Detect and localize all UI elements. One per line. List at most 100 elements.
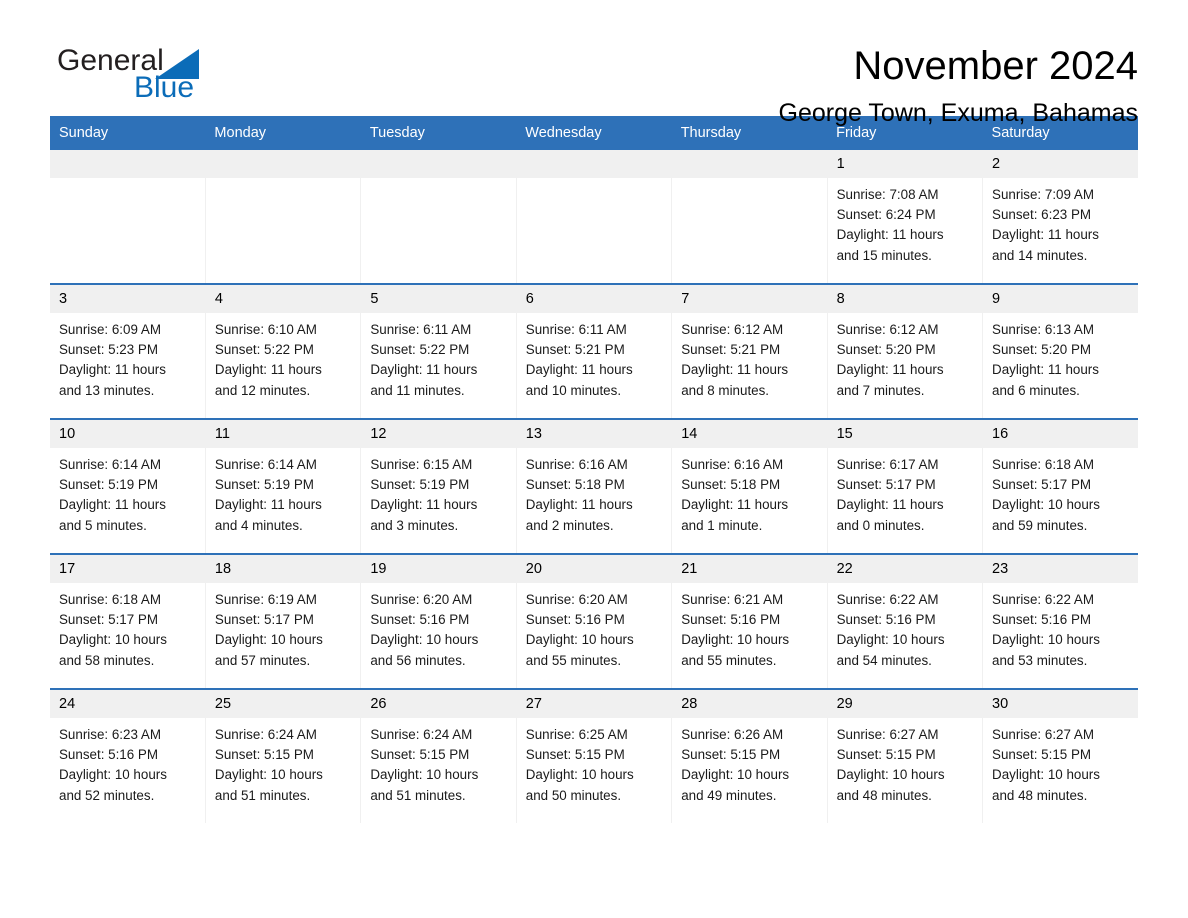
calendar-day-cell-9[interactable]: 9 Sunrise: 6:13 AM Sunset: 5:20 PM Daylight… <box>982 283 1138 419</box>
calendar-day-cell-12[interactable]: 12 Sunrise: 6:15 AM Sunset: 5:19 PM Dayligh… <box>360 418 517 554</box>
day-detail-line: Daylight: 10 hours <box>681 767 790 783</box>
calendar-day-cell-17[interactable]: 17 Sunrise: 6:18 AM Sunset: 5:17 PM Dayligh… <box>50 553 206 689</box>
day-detail-line: Sunrise: 6:09 AM <box>59 322 161 337</box>
day-cell-inner: 13 Sunrise: 6:16 AM Sunset: 5:18 PM Dayligh… <box>516 420 672 553</box>
calendar-day-cell-21[interactable]: 21 Sunrise: 6:21 AM Sunset: 5:16 PM Dayligh… <box>671 553 828 689</box>
calendar-day-cell-3[interactable]: 3 Sunrise: 6:09 AM Sunset: 5:23 PM Daylight… <box>50 283 206 419</box>
day-details: Sunrise: 6:16 AM Sunset: 5:18 PM Daylight:… <box>517 448 671 536</box>
day-detail-line: Daylight: 11 hours <box>992 362 1099 378</box>
calendar-day-cell-22[interactable]: 22 Sunrise: 6:22 AM Sunset: 5:16 PM Dayligh… <box>826 553 983 689</box>
calendar-day-cell-29[interactable]: 29 Sunrise: 6:27 AM Sunset: 5:15 PM Dayligh… <box>826 688 983 823</box>
calendar-day-cell-2[interactable]: 2 Sunrise: 7:09 AM Sunset: 6:23 PM Daylight… <box>982 150 1138 284</box>
day-number: 9 <box>983 285 1138 313</box>
day-details <box>206 178 360 185</box>
day-detail-line: and 12 minutes. <box>214 382 311 398</box>
day-cell-inner: 29 Sunrise: 6:27 AM Sunset: 5:15 PM Dayligh… <box>827 690 983 823</box>
weekday-header-monday: Monday <box>205 116 361 150</box>
day-cell-inner: 20 Sunrise: 6:20 AM Sunset: 5:16 PM Dayligh… <box>516 555 672 688</box>
day-detail-line: Daylight: 10 hours <box>214 767 323 783</box>
day-detail-line: and 8 minutes. <box>681 382 770 398</box>
calendar-day-cell-13[interactable]: 13 Sunrise: 6:16 AM Sunset: 5:18 PM Dayligh… <box>515 418 672 554</box>
calendar-day-cell-24[interactable]: 24 Sunrise: 6:23 AM Sunset: 5:16 PM Dayligh… <box>50 688 206 823</box>
calendar-day-cell-20[interactable]: 20 Sunrise: 6:20 AM Sunset: 5:16 PM Dayligh… <box>515 553 672 689</box>
calendar-day-cell-8[interactable]: 8 Sunrise: 6:12 AM Sunset: 5:20 PM Daylight… <box>826 283 983 419</box>
calendar-day-cell-23[interactable]: 23 Sunrise: 6:22 AM Sunset: 5:16 PM Dayligh… <box>982 553 1138 689</box>
day-number: 17 <box>50 555 205 583</box>
calendar-week-row: 3 Sunrise: 6:09 AM Sunset: 5:23 PM Daylight… <box>50 283 1138 419</box>
day-details: Sunrise: 6:26 AM Sunset: 5:15 PM Daylight:… <box>672 718 826 806</box>
calendar-day-cell-5[interactable]: 5 Sunrise: 6:11 AM Sunset: 5:22 PM Daylight… <box>360 283 517 419</box>
day-cell-inner: 2 Sunrise: 7:09 AM Sunset: 6:23 PM Daylight… <box>983 150 1138 283</box>
calendar-day-cell-18[interactable]: 18 Sunrise: 6:19 AM Sunset: 5:17 PM Dayligh… <box>204 553 361 689</box>
day-cell-inner: 6 Sunrise: 6:11 AM Sunset: 5:21 PM Daylight… <box>516 285 672 418</box>
day-cell-inner: 16 Sunrise: 6:18 AM Sunset: 5:17 PM Dayligh… <box>983 420 1138 553</box>
day-detail-line: Sunrise: 7:09 AM <box>992 187 1095 202</box>
calendar-day-cell-7[interactable]: 7 Sunrise: 6:12 AM Sunset: 5:21 PM Daylight… <box>671 283 828 419</box>
day-details: Sunrise: 6:12 AM Sunset: 5:21 PM Daylight:… <box>672 313 826 401</box>
calendar-body: 1 Sunrise: 7:08 AM Sunset: 6:24 PM Daylight… <box>50 150 1138 823</box>
day-detail-line: Sunrise: 6:17 AM <box>836 457 939 472</box>
calendar-day-cell-27[interactable]: 27 Sunrise: 6:25 AM Sunset: 5:15 PM Dayligh… <box>515 688 672 823</box>
calendar-day-cell-1[interactable]: 1 Sunrise: 7:08 AM Sunset: 6:24 PM Daylight… <box>826 150 983 284</box>
day-detail-line: and 4 minutes. <box>214 517 303 533</box>
day-detail-line: Sunrise: 6:27 AM <box>836 727 939 742</box>
day-number: 19 <box>361 555 516 583</box>
calendar-day-cell-10[interactable]: 10 Sunrise: 6:14 AM Sunset: 5:19 PM Dayligh… <box>50 418 206 554</box>
calendar-day-cell-empty <box>204 150 361 284</box>
day-detail-line: Sunrise: 6:23 AM <box>59 727 161 742</box>
day-detail-line: and 51 minutes. <box>214 787 311 803</box>
calendar-day-cell-4[interactable]: 4 Sunrise: 6:10 AM Sunset: 5:22 PM Daylight… <box>204 283 361 419</box>
day-detail-line: and 55 minutes. <box>525 652 622 668</box>
weekday-header-wednesday: Wednesday <box>516 116 672 150</box>
calendar-day-cell-16[interactable]: 16 Sunrise: 6:18 AM Sunset: 5:17 PM Dayligh… <box>982 418 1138 554</box>
calendar-day-cell-15[interactable]: 15 Sunrise: 6:17 AM Sunset: 5:17 PM Dayligh… <box>826 418 983 554</box>
calendar-day-cell-28[interactable]: 28 Sunrise: 6:26 AM Sunset: 5:15 PM Dayligh… <box>671 688 828 823</box>
day-detail-line: and 54 minutes. <box>836 652 932 668</box>
day-detail-line: and 56 minutes. <box>370 652 466 668</box>
day-detail-line: Sunset: 5:16 PM <box>992 612 1092 628</box>
day-number: 5 <box>361 285 516 313</box>
day-detail-line: and 50 minutes. <box>525 787 622 803</box>
general-blue-logo[interactable]: General Blue <box>57 46 217 112</box>
day-detail-line: Sunrise: 6:14 AM <box>59 457 161 472</box>
day-detail-line: and 55 minutes. <box>681 652 777 668</box>
day-detail-line: Daylight: 10 hours <box>836 767 945 783</box>
calendar-day-cell-6[interactable]: 6 Sunrise: 6:11 AM Sunset: 5:21 PM Daylight… <box>515 283 672 419</box>
day-detail-line: Sunset: 5:22 PM <box>370 342 470 358</box>
day-details: Sunrise: 6:17 AM Sunset: 5:17 PM Daylight:… <box>828 448 982 536</box>
day-detail-line: and 48 minutes. <box>836 787 932 803</box>
day-cell-inner: 17 Sunrise: 6:18 AM Sunset: 5:17 PM Dayligh… <box>50 555 205 688</box>
day-details: Sunrise: 6:24 AM Sunset: 5:15 PM Daylight:… <box>206 718 360 806</box>
day-detail-line: Sunset: 6:24 PM <box>836 207 936 223</box>
day-details: Sunrise: 6:23 AM Sunset: 5:16 PM Daylight:… <box>50 718 205 806</box>
calendar-day-cell-26[interactable]: 26 Sunrise: 6:24 AM Sunset: 5:15 PM Dayligh… <box>360 688 517 823</box>
day-number: 21 <box>672 555 827 583</box>
day-detail-line: Daylight: 11 hours <box>525 497 633 513</box>
day-number: 24 <box>50 690 205 718</box>
day-detail-line: Sunset: 5:15 PM <box>992 747 1092 763</box>
day-detail-line: Sunrise: 6:26 AM <box>681 727 784 742</box>
day-cell-inner <box>672 150 827 283</box>
day-details: Sunrise: 6:22 AM Sunset: 5:16 PM Daylight:… <box>983 583 1138 671</box>
day-cell-inner: 19 Sunrise: 6:20 AM Sunset: 5:16 PM Dayligh… <box>361 555 516 688</box>
calendar-day-cell-19[interactable]: 19 Sunrise: 6:20 AM Sunset: 5:16 PM Dayligh… <box>360 553 517 689</box>
day-detail-line: Sunrise: 6:11 AM <box>370 322 472 337</box>
calendar-day-cell-14[interactable]: 14 Sunrise: 6:16 AM Sunset: 5:18 PM Dayligh… <box>671 418 828 554</box>
day-number: 27 <box>516 690 672 718</box>
day-cell-inner: 9 Sunrise: 6:13 AM Sunset: 5:20 PM Daylight… <box>983 285 1138 418</box>
day-cell-inner: 25 Sunrise: 6:24 AM Sunset: 5:15 PM Dayligh… <box>205 690 361 823</box>
day-detail-line: Sunrise: 6:20 AM <box>525 592 628 607</box>
day-number <box>205 150 361 178</box>
day-cell-inner <box>50 150 205 283</box>
calendar-day-cell-25[interactable]: 25 Sunrise: 6:24 AM Sunset: 5:15 PM Dayligh… <box>204 688 361 823</box>
calendar-day-cell-11[interactable]: 11 Sunrise: 6:14 AM Sunset: 5:19 PM Dayligh… <box>204 418 361 554</box>
day-detail-line: Sunset: 5:19 PM <box>214 477 314 493</box>
day-detail-line: Sunrise: 6:16 AM <box>525 457 628 472</box>
day-detail-line: Sunset: 5:21 PM <box>525 342 625 358</box>
calendar-day-cell-30[interactable]: 30 Sunrise: 6:27 AM Sunset: 5:15 PM Dayligh… <box>982 688 1138 823</box>
day-detail-line: Sunrise: 6:15 AM <box>370 457 473 472</box>
day-detail-line: and 2 minutes. <box>525 517 614 533</box>
day-detail-line: Sunset: 5:20 PM <box>992 342 1092 358</box>
day-detail-line: Daylight: 10 hours <box>214 632 323 648</box>
day-number: 11 <box>205 420 361 448</box>
